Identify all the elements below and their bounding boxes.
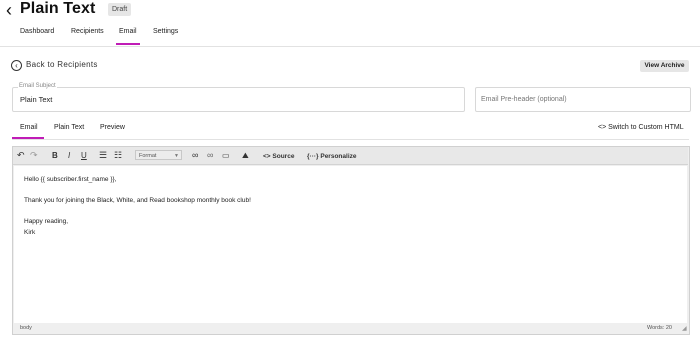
email-subject-value[interactable]: Plain Text xyxy=(20,95,52,104)
bold-icon[interactable]: B xyxy=(52,150,58,161)
tab-recipients[interactable]: Recipients xyxy=(71,28,104,35)
body-line[interactable]: Kirk xyxy=(24,229,35,236)
editor-tab-email[interactable]: Email xyxy=(20,124,38,131)
email-preheader-placeholder: Email Pre-header (optional) xyxy=(481,96,567,103)
editor-content-area[interactable] xyxy=(14,166,687,323)
image-icon[interactable]: ⛰ xyxy=(242,150,249,161)
back-to-recipients-link[interactable]: Back to Recipients xyxy=(26,60,98,69)
switch-html-label: Switch to Custom HTML xyxy=(608,124,684,131)
arrow-left-circle-icon[interactable]: ‹ xyxy=(11,60,22,71)
word-count: Words: 20 xyxy=(647,325,672,331)
undo-icon[interactable]: ↶ xyxy=(17,150,25,161)
editor-toolbar: ↶ ↷ B I U ☰ ☷ ∞ ∞ ▭ ⛰ <> Source {···} Pe… xyxy=(13,147,688,165)
view-archive-button[interactable]: View Archive xyxy=(640,60,689,72)
numbered-list-icon[interactable]: ☷ xyxy=(114,150,122,161)
comment-icon[interactable]: ▭ xyxy=(222,150,230,161)
chevron-down-icon: ▼ xyxy=(174,153,179,159)
body-line[interactable]: Happy reading, xyxy=(24,218,68,225)
email-subject-label: Email Subject xyxy=(18,83,57,89)
redo-icon[interactable]: ↷ xyxy=(30,150,38,161)
source-button[interactable]: <> Source xyxy=(263,151,294,162)
resize-handle-icon[interactable]: ◢ xyxy=(682,326,687,332)
element-path: body xyxy=(20,325,32,331)
body-line[interactable]: Hello {{ subscriber.first_name }}, xyxy=(24,176,117,183)
italic-icon[interactable]: I xyxy=(68,150,70,161)
editor-tabs-divider xyxy=(12,139,689,140)
unlink-icon[interactable]: ∞ xyxy=(207,150,213,161)
header-divider xyxy=(0,46,700,47)
editor-tab-preview[interactable]: Preview xyxy=(100,124,125,131)
format-select[interactable]: Format ▼ xyxy=(135,150,182,160)
code-icon: <> xyxy=(598,124,607,131)
back-chevron-icon[interactable]: ‹ xyxy=(6,1,12,19)
body-line[interactable]: Thank you for joining the Black, White, … xyxy=(24,197,251,204)
page-title: Plain Text xyxy=(20,0,96,17)
email-subject-field[interactable] xyxy=(12,87,465,112)
switch-to-custom-html-button[interactable]: <> Switch to Custom HTML xyxy=(598,124,684,131)
tab-settings[interactable]: Settings xyxy=(153,28,178,35)
status-badge: Draft xyxy=(108,3,132,16)
editor-tab-plain-text[interactable]: Plain Text xyxy=(54,124,84,131)
underline-icon[interactable]: U xyxy=(81,150,87,161)
tab-dashboard[interactable]: Dashboard xyxy=(20,28,54,35)
editor-statusbar xyxy=(13,324,688,333)
link-icon[interactable]: ∞ xyxy=(192,150,198,161)
tab-email[interactable]: Email xyxy=(116,28,139,45)
personalize-button[interactable]: {···} Personalize xyxy=(307,151,357,162)
bulleted-list-icon[interactable]: ☰ xyxy=(99,150,107,161)
